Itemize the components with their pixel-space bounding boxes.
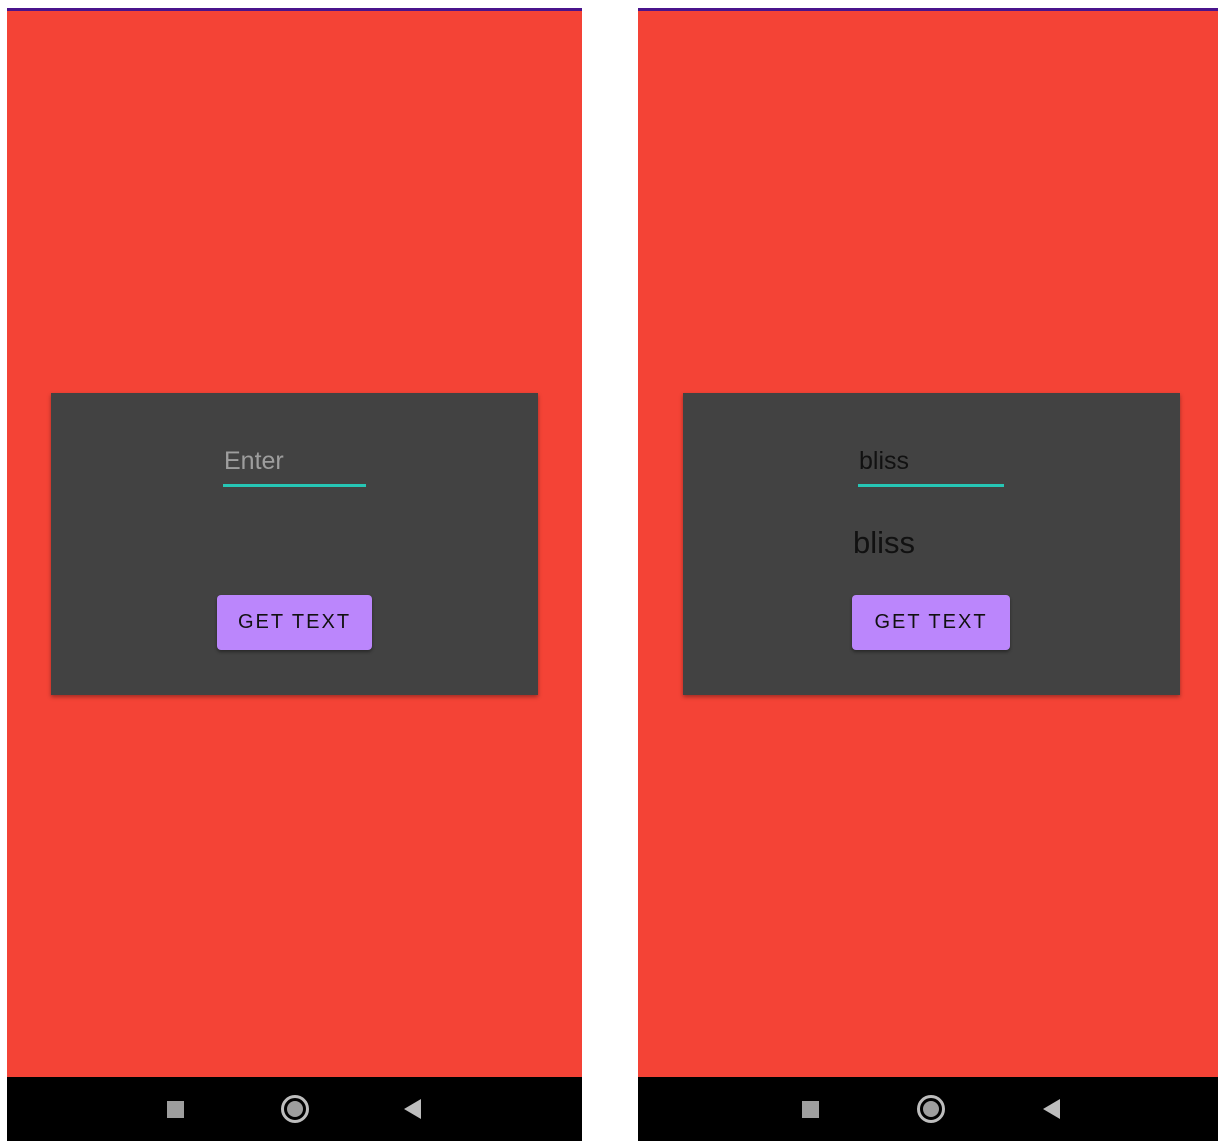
navigation-bar bbox=[7, 1077, 582, 1141]
back-button[interactable] bbox=[394, 1091, 430, 1127]
text-input[interactable] bbox=[858, 445, 1004, 484]
input-card: GET TEXT bbox=[51, 393, 538, 695]
status-bar-strip bbox=[7, 8, 582, 11]
text-field[interactable] bbox=[223, 445, 366, 487]
back-icon bbox=[403, 1099, 421, 1119]
get-text-button[interactable]: GET TEXT bbox=[217, 595, 372, 650]
text-input[interactable] bbox=[223, 445, 366, 484]
input-card: bliss GET TEXT bbox=[683, 393, 1180, 695]
navigation-bar bbox=[638, 1077, 1218, 1141]
phone-screen-before: GET TEXT bbox=[7, 8, 582, 1141]
recents-button[interactable] bbox=[792, 1091, 828, 1127]
home-button[interactable] bbox=[277, 1091, 313, 1127]
recents-button[interactable] bbox=[157, 1091, 193, 1127]
home-button[interactable] bbox=[913, 1091, 949, 1127]
get-text-button[interactable]: GET TEXT bbox=[852, 595, 1010, 650]
back-button[interactable] bbox=[1033, 1091, 1069, 1127]
home-icon bbox=[281, 1095, 309, 1123]
status-bar-strip bbox=[638, 8, 1218, 11]
result-text: bliss bbox=[853, 525, 916, 560]
home-icon bbox=[917, 1095, 945, 1123]
back-icon bbox=[1042, 1099, 1060, 1119]
text-field[interactable] bbox=[858, 445, 1004, 487]
recents-icon bbox=[801, 1100, 819, 1118]
recents-icon bbox=[166, 1100, 184, 1118]
phone-screen-after: bliss GET TEXT bbox=[638, 8, 1218, 1141]
